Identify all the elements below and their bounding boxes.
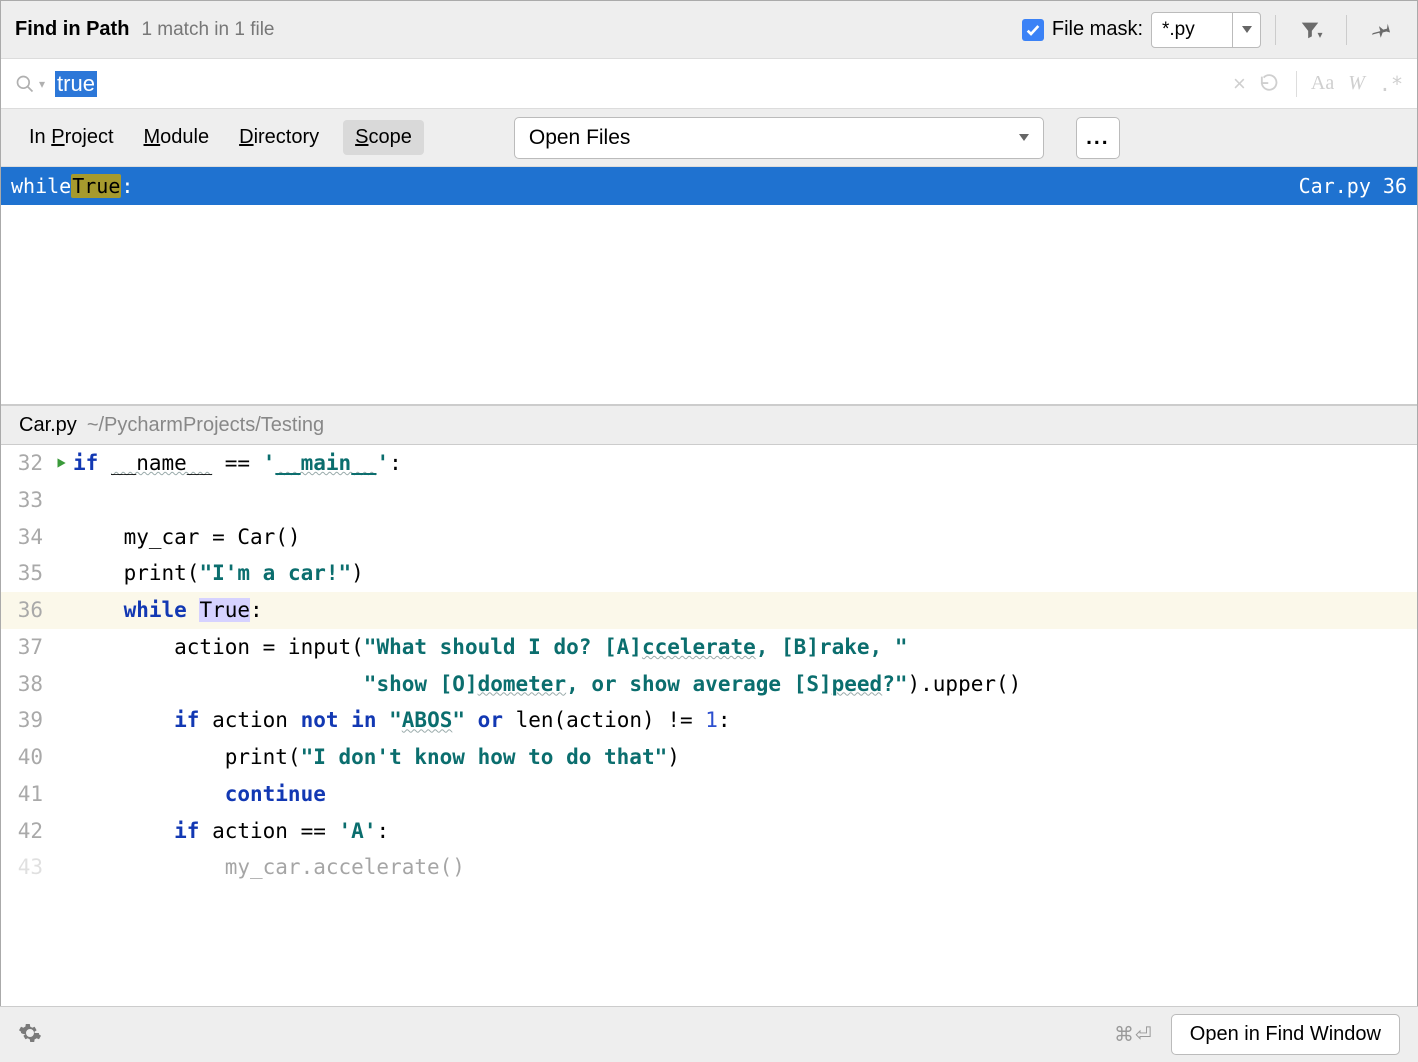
code-content: "show [O]dometer, or show average [S]pee… bbox=[73, 666, 1021, 703]
code-content: while True: bbox=[73, 592, 263, 629]
search-query: true bbox=[55, 71, 97, 97]
run-gutter bbox=[49, 555, 73, 592]
preview-path: ~/PycharmProjects/Testing bbox=[87, 414, 324, 437]
filemask-label: File mask: bbox=[1052, 18, 1143, 41]
preview-file: Car.py bbox=[19, 414, 77, 437]
filter-icon[interactable]: ▾ bbox=[1298, 17, 1324, 43]
run-icon bbox=[54, 456, 68, 470]
regex-toggle[interactable]: .* bbox=[1379, 72, 1403, 96]
run-gutter bbox=[49, 482, 73, 519]
line-number: 41 bbox=[1, 776, 49, 813]
code-line: 33 bbox=[1, 482, 1417, 519]
line-number: 34 bbox=[1, 519, 49, 556]
line-number: 35 bbox=[1, 555, 49, 592]
filemask-checkbox[interactable] bbox=[1022, 19, 1044, 41]
dialog-header: Find in Path 1 match in 1 file File mask… bbox=[1, 1, 1417, 59]
code-content: my_car = Car() bbox=[73, 519, 301, 556]
chevron-down-icon bbox=[1242, 26, 1252, 33]
dialog-title: Find in Path bbox=[15, 18, 129, 41]
code-line: 38 "show [O]dometer, or show average [S]… bbox=[1, 666, 1417, 703]
search-result-row[interactable]: while True: Car.py 36 bbox=[1, 167, 1417, 205]
scope-dropdown-value: Open Files bbox=[529, 126, 1019, 150]
result-suffix: : bbox=[121, 174, 133, 198]
filemask-dropdown-button[interactable] bbox=[1232, 13, 1260, 47]
shortcut-hint: ⌘⏎ bbox=[1114, 1022, 1153, 1047]
line-number: 42 bbox=[1, 813, 49, 850]
open-in-find-window-button[interactable]: Open in Find Window bbox=[1171, 1014, 1400, 1055]
code-content: print("I'm a car!") bbox=[73, 555, 364, 592]
preview-header: Car.py ~/PycharmProjects/Testing bbox=[1, 405, 1417, 445]
code-line: 32 if __name__ == '__main__': bbox=[1, 445, 1417, 482]
run-gutter bbox=[49, 666, 73, 703]
run-gutter bbox=[49, 739, 73, 776]
code-line: 34 my_car = Car() bbox=[1, 519, 1417, 556]
line-number: 39 bbox=[1, 702, 49, 739]
filemask-dropdown[interactable]: *.py bbox=[1151, 12, 1261, 48]
line-number: 33 bbox=[1, 482, 49, 519]
scope-bar: In Project Module Directory Scope Open F… bbox=[1, 109, 1417, 167]
results-area bbox=[1, 205, 1417, 405]
line-number: 36 bbox=[1, 592, 49, 629]
code-line: 42 if action == 'A': bbox=[1, 813, 1417, 850]
code-line: 39 if action not in "ABOS" or len(action… bbox=[1, 702, 1417, 739]
code-line: 40 print("I don't know how to do that") bbox=[1, 739, 1417, 776]
search-input[interactable]: true bbox=[55, 71, 1233, 97]
code-line: 37 action = input("What should I do? [A]… bbox=[1, 629, 1417, 666]
code-content: if __name__ == '__main__': bbox=[73, 445, 402, 482]
line-number: 43 bbox=[1, 849, 49, 881]
scope-dropdown[interactable]: Open Files bbox=[514, 117, 1044, 159]
tab-directory[interactable]: Directory bbox=[233, 122, 325, 153]
result-line: 36 bbox=[1383, 174, 1407, 198]
run-gutter bbox=[49, 519, 73, 556]
run-gutter[interactable] bbox=[49, 445, 73, 482]
search-history-dropdown[interactable]: ▾ bbox=[39, 77, 45, 91]
code-line: 41 continue bbox=[1, 776, 1417, 813]
gear-icon[interactable] bbox=[18, 1021, 42, 1048]
check-icon bbox=[1025, 22, 1041, 38]
code-line: 36 while True: bbox=[1, 592, 1417, 629]
line-number: 32 bbox=[1, 445, 49, 482]
code-content: my_car.accelerate() bbox=[73, 849, 465, 881]
code-content: if action == 'A': bbox=[73, 813, 389, 850]
filemask-value: *.py bbox=[1152, 19, 1232, 41]
tab-scope[interactable]: Scope bbox=[343, 120, 424, 155]
chevron-down-icon bbox=[1019, 134, 1029, 141]
run-gutter bbox=[49, 776, 73, 813]
run-gutter bbox=[49, 629, 73, 666]
tab-in-project[interactable]: In Project bbox=[23, 122, 120, 153]
code-content: action = input("What should I do? [A]cce… bbox=[73, 629, 907, 666]
tab-module[interactable]: Module bbox=[138, 122, 216, 153]
run-gutter bbox=[49, 702, 73, 739]
run-gutter bbox=[49, 592, 73, 629]
code-preview[interactable]: 32 if __name__ == '__main__': 3334 my_car … bbox=[1, 445, 1417, 881]
pin-icon[interactable] bbox=[1369, 17, 1395, 43]
line-number: 38 bbox=[1, 666, 49, 703]
search-icon[interactable] bbox=[15, 74, 35, 94]
match-count: 1 match in 1 file bbox=[141, 19, 274, 41]
line-number: 37 bbox=[1, 629, 49, 666]
line-number: 40 bbox=[1, 739, 49, 776]
result-match: True bbox=[71, 174, 121, 198]
result-file: Car.py bbox=[1299, 174, 1371, 198]
history-icon[interactable] bbox=[1260, 73, 1282, 95]
bottom-bar: ⌘⏎ Open in Find Window bbox=[0, 1006, 1418, 1062]
code-line: 35 print("I'm a car!") bbox=[1, 555, 1417, 592]
result-prefix: while bbox=[11, 174, 71, 198]
code-line: 43 my_car.accelerate() bbox=[1, 849, 1417, 881]
code-content: if action not in "ABOS" or len(action) !… bbox=[73, 702, 731, 739]
code-content: print("I don't know how to do that") bbox=[73, 739, 680, 776]
run-gutter bbox=[49, 813, 73, 850]
words-toggle[interactable]: W bbox=[1348, 72, 1365, 95]
run-gutter bbox=[49, 849, 73, 881]
code-content: continue bbox=[73, 776, 326, 813]
clear-icon[interactable]: × bbox=[1233, 71, 1246, 97]
match-case-toggle[interactable]: Aa bbox=[1311, 72, 1334, 95]
scope-browse-button[interactable]: ... bbox=[1076, 117, 1120, 159]
search-bar: ▾ true × Aa W .* bbox=[1, 59, 1417, 109]
